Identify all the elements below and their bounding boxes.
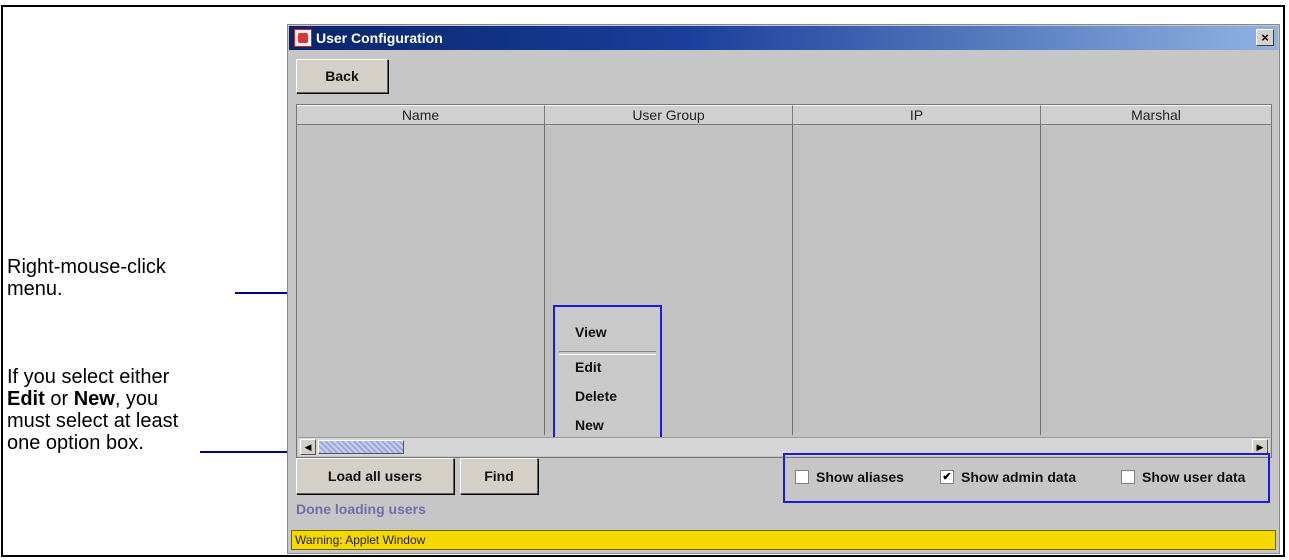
column-header-user-group[interactable]: User Group [545,105,793,125]
show-admin-data-option[interactable]: ✔ Show admin data [940,469,1076,485]
column-header-marshal[interactable]: Marshal [1041,105,1271,125]
context-menu-separator [559,351,656,355]
right-click-context-menu: View Edit Delete New [553,305,662,449]
column-divider [544,125,545,435]
context-menu-new[interactable]: New [575,417,604,433]
users-table[interactable]: Name User Group IP Marshal View Edit Del… [296,104,1272,458]
window-title: User Configuration [316,30,443,46]
show-aliases-option[interactable]: Show aliases [795,469,904,485]
column-divider [1040,125,1041,435]
show-admin-data-label: Show admin data [961,469,1077,485]
show-user-data-option[interactable]: Show user data [1121,469,1245,485]
table-header: Name User Group IP Marshal [297,105,1271,125]
show-aliases-checkbox[interactable] [795,470,809,484]
load-all-users-button[interactable]: Load all users [296,458,454,494]
context-menu-edit[interactable]: Edit [575,359,601,375]
show-user-data-checkbox[interactable] [1121,470,1135,484]
show-aliases-label: Show aliases [816,469,904,485]
column-header-name[interactable]: Name [297,105,545,125]
java-app-icon [294,29,312,47]
options-annotation: If you select either Edit or New, you mu… [7,366,179,454]
context-menu-view[interactable]: View [575,324,607,340]
context-menu-annotation: Right-mouse-click menu. [7,256,166,300]
scroll-thumb[interactable] [318,440,404,454]
back-button[interactable]: Back [296,59,388,93]
status-message: Done loading users [296,501,426,517]
title-bar[interactable]: User Configuration × [289,26,1278,50]
scroll-left-arrow-icon[interactable]: ◀ [300,439,316,455]
column-header-ip[interactable]: IP [793,105,1041,125]
applet-warning-bar: Warning: Applet Window [291,530,1276,550]
show-user-data-label: Show user data [1142,469,1246,485]
close-button[interactable]: × [1256,29,1274,46]
user-configuration-window: User Configuration × Back Name User Grou… [287,24,1280,554]
context-menu-delete[interactable]: Delete [575,388,617,404]
column-divider [792,125,793,435]
show-admin-data-checkbox[interactable]: ✔ [940,470,954,484]
display-options-group: Show aliases ✔ Show admin data Show user… [783,453,1270,503]
find-button[interactable]: Find [460,458,538,494]
